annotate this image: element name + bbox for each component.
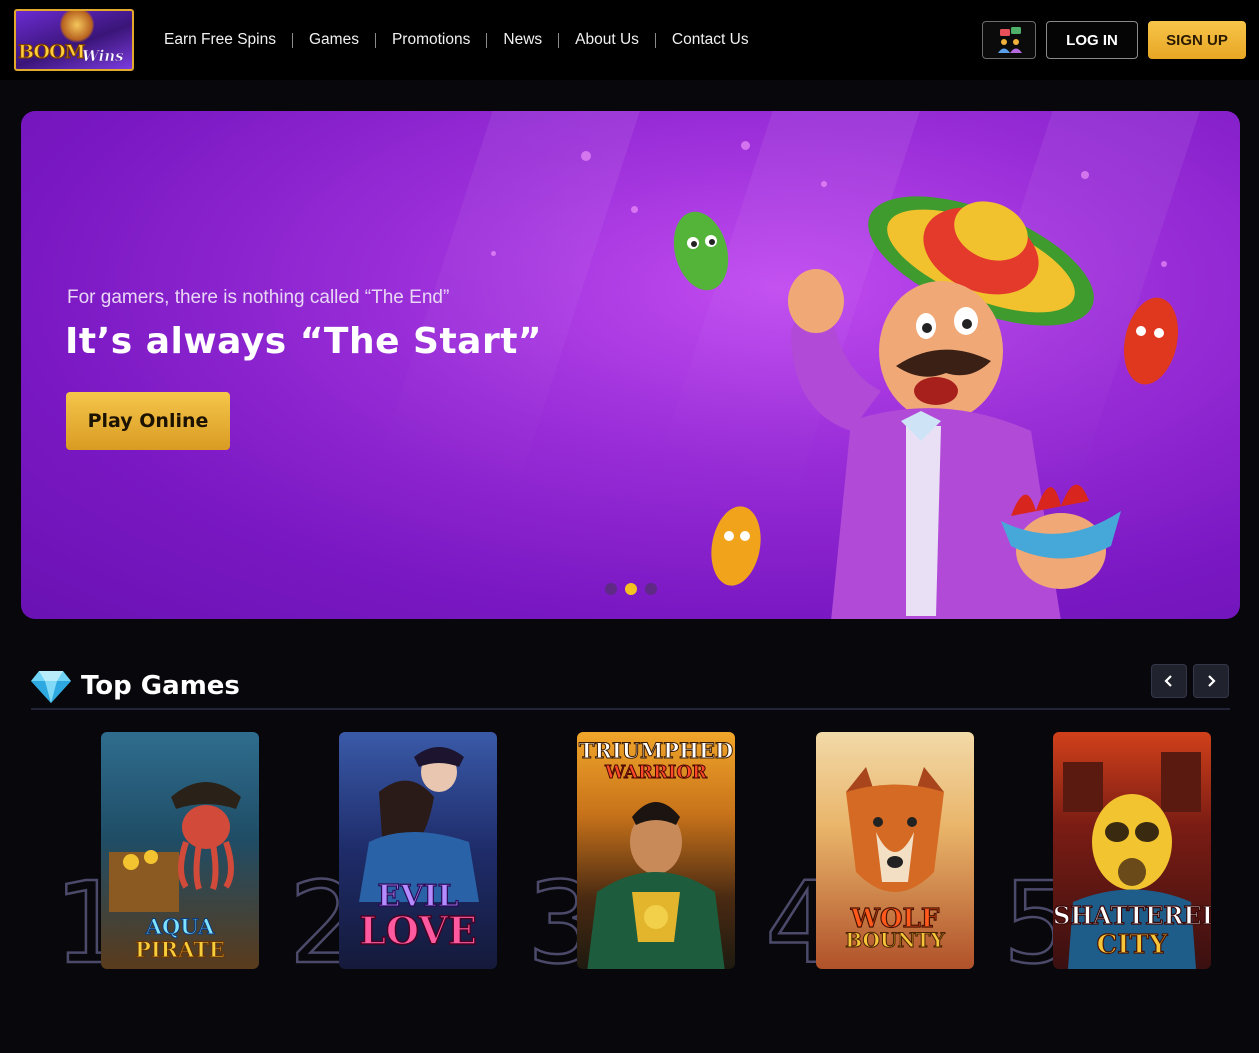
signup-button[interactable]: SIGN UP [1148,21,1246,59]
nav-divider [374,32,376,48]
nav-divider [558,32,560,48]
game-title-line-2: BOUNTY [845,928,946,952]
game-card-wolf-bounty[interactable]: WOLF BOUNTY [816,732,974,969]
nav-about-us[interactable]: About Us [575,31,639,49]
boomwins-logo[interactable]: BOOM Wins [14,9,134,71]
nav-divider [486,32,488,48]
game-card-triumphed-warrior[interactable]: TRIUMPHED WARRIOR [577,732,735,969]
carousel-dots [605,583,657,595]
game-title-line-2: PIRATE [135,937,226,962]
game-title-line-1: TRIUMPHED [578,738,734,763]
logo-word-boom: BOOM [18,41,87,64]
sparkle [821,181,827,187]
nav-contact-us[interactable]: Contact Us [672,31,749,49]
game-card-shattered-city[interactable]: SHATTERED CITY [1053,732,1211,969]
game-title-line-2: LOVE [358,908,477,953]
nav-divider [654,32,656,48]
game-card-aqua-pirate[interactable]: AQUA PIRATE [101,732,259,969]
nav-games[interactable]: Games [309,31,359,49]
login-button[interactable]: LOG IN [1046,21,1138,59]
chevron-right-icon [1208,675,1216,687]
game-card-evil-love[interactable]: EVIL LOVE [339,732,497,969]
top-games-next-button[interactable] [1193,664,1229,698]
main-nav: Earn Free Spins Games Promotions News Ab… [164,29,749,51]
hero-title: It’s always “The Start” [65,321,543,362]
sparkle [491,251,496,256]
game-title-line-2: CITY [1096,930,1168,960]
nav-earn-free-spins[interactable]: Earn Free Spins [164,31,276,49]
hero-subtitle: For gamers, there is nothing called “The… [67,287,450,308]
game-title-line-1: SHATTERED [1053,901,1211,930]
logo-glow [60,11,94,43]
site-header: BOOM Wins Earn Free Spins Games Promotio… [0,0,1259,80]
play-online-button[interactable]: Play Online [66,392,230,450]
game-title-line-1: AQUA [145,914,215,939]
mariachi-chef-illustration [673,196,1179,619]
sparkle [631,206,638,213]
sparkle [1081,171,1089,179]
sparkle [741,141,750,150]
community-chat-button[interactable] [982,21,1036,59]
carousel-dot-2[interactable] [625,583,637,595]
community-chat-icon [998,27,1022,53]
top-games-header: Top Games [31,666,240,706]
diamond-icon [31,671,71,703]
top-games-title: Top Games [81,671,240,701]
nav-news[interactable]: News [503,31,542,49]
game-title-line-2: WARRIOR [604,762,707,783]
hero-banner: For gamers, there is nothing called “The… [21,111,1240,619]
top-games-prev-button[interactable] [1151,664,1187,698]
carousel-dot-1[interactable] [605,583,617,595]
carousel-dot-3[interactable] [645,583,657,595]
nav-promotions[interactable]: Promotions [392,31,470,49]
nav-divider [292,32,293,48]
sparkle [581,151,591,161]
chevron-left-icon [1164,675,1172,687]
logo-word-wins: Wins [82,47,124,66]
top-games-divider [31,708,1230,710]
